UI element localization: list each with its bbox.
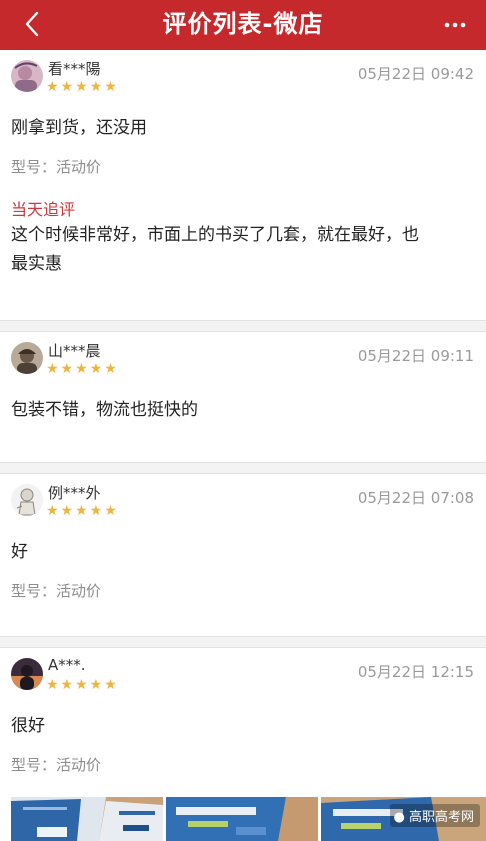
review-content: 包装不错，物流也挺快的 xyxy=(11,400,198,420)
review-time: 05月22日 12:15 xyxy=(357,663,474,681)
review-item: 例***外 ★★★★★ 05月22日 07:08 好 型号：活动价 xyxy=(0,474,486,638)
wechat-icon: ● xyxy=(393,810,405,825)
avatar[interactable] xyxy=(11,658,43,690)
review-content: 刚拿到货，还没用 xyxy=(11,118,147,138)
product-model: 型号：活动价 xyxy=(11,756,102,774)
review-content: 好 xyxy=(11,542,28,562)
reviewer-name: A***. xyxy=(48,656,86,674)
review-time: 05月22日 09:42 xyxy=(357,65,474,83)
watermark: ● 高职高考网 xyxy=(389,804,480,827)
top-bar: 评价列表-微店 xyxy=(0,0,486,50)
product-model: 型号：活动价 xyxy=(11,158,102,176)
page-title: 评价列表-微店 xyxy=(162,10,324,38)
divider xyxy=(0,320,486,332)
review-photo[interactable] xyxy=(11,797,163,841)
divider xyxy=(0,636,486,648)
star-rating: ★★★★★ xyxy=(46,79,119,95)
reviewer-name: 看***陽 xyxy=(48,60,101,78)
review-item: 看***陽 ★★★★★ 05月22日 09:42 刚拿到货，还没用 型号：活动价… xyxy=(0,50,486,320)
avatar[interactable] xyxy=(11,60,43,92)
watermark-text: 高职高考网 xyxy=(408,810,474,825)
follow-up-label: 当天追评 xyxy=(11,200,76,219)
review-content: 很好 xyxy=(11,716,45,736)
product-model: 型号：活动价 xyxy=(11,582,102,600)
divider xyxy=(0,462,486,474)
review-time: 05月22日 07:08 xyxy=(357,489,474,507)
avatar[interactable] xyxy=(11,484,43,516)
star-rating: ★★★★★ xyxy=(46,503,119,519)
reviewer-name: 例***外 xyxy=(48,484,101,502)
reviewer-name: 山***晨 xyxy=(48,342,101,360)
review-time: 05月22日 09:11 xyxy=(357,347,474,365)
more-icon[interactable] xyxy=(438,11,472,39)
follow-up-content-line2: 最实惠 xyxy=(11,254,62,274)
star-rating: ★★★★★ xyxy=(46,361,119,377)
review-item: 山***晨 ★★★★★ 05月22日 09:11 包装不错，物流也挺快的 xyxy=(0,332,486,462)
star-rating: ★★★★★ xyxy=(46,677,119,693)
avatar[interactable] xyxy=(11,342,43,374)
review-photo[interactable] xyxy=(166,797,318,841)
